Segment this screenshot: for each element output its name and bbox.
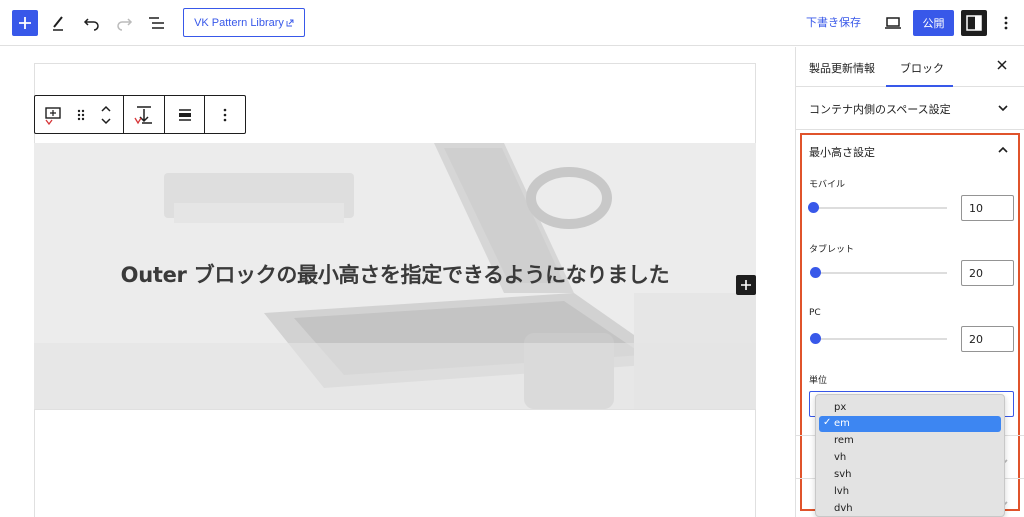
pc-value-input[interactable]: 20 [961,326,1014,352]
mobile-label: モバイル [809,180,846,190]
editor-canvas: Outer ブロックの最小高さを指定できるようになりました [0,47,795,517]
sidebar-tabs: 製品更新情報 ブロック [796,47,1024,87]
unit-option-em[interactable]: ✓ em [819,416,1001,432]
align-button[interactable] [165,96,204,133]
checkmark-icon: ✓ [823,417,832,428]
chevron-up-icon[interactable] [997,145,1009,155]
move-up-down-icon [101,105,111,124]
toolbar-group-height [124,96,165,133]
outer-block-icon [45,106,61,125]
move-block-buttons[interactable] [91,96,121,133]
block-toolbar [34,95,246,134]
unit-option-em-label: em [834,418,850,429]
padding-settings-panel[interactable]: コンテナ内側のスペース設定 [796,87,1024,130]
laptop-icon [885,17,901,29]
drag-handle-icon [77,109,85,120]
drag-handle[interactable] [71,96,91,133]
tab-document[interactable]: 製品更新情報 [809,60,875,76]
close-sidebar-button[interactable] [996,59,1008,75]
unit-option-vh[interactable]: vh [819,450,1001,466]
chevron-down-icon [998,105,1008,112]
plus-icon [19,17,31,29]
outer-block-bottom-border [34,409,756,410]
pattern-library-label: VK Pattern Library [194,16,284,29]
block-type-button[interactable] [35,96,71,133]
unit-dropdown-menu: px ✓ em rem vh svh lvh dvh [815,394,1005,517]
align-full-icon [178,108,191,121]
tablet-label: タブレット [809,245,855,255]
add-block-button[interactable] [12,10,38,36]
toolbar-group-options [205,96,245,133]
more-vertical-icon [1004,16,1008,30]
sidebar-icon [966,15,982,31]
unit-option-rem[interactable]: rem [819,433,1001,449]
preview-button[interactable] [882,13,904,33]
plus-icon [741,280,751,290]
pc-slider[interactable] [813,338,947,340]
unit-option-px[interactable]: px [819,400,1001,416]
unit-option-dvh[interactable]: dvh [819,501,1001,516]
mobile-value-input[interactable]: 10 [961,195,1014,221]
settings-toggle-button[interactable] [961,10,987,36]
unit-option-svh[interactable]: svh [819,467,1001,483]
list-view-button[interactable] [146,12,168,34]
close-icon [997,60,1007,70]
redo-button[interactable] [113,12,135,34]
redo-icon [117,18,133,31]
publish-button[interactable]: 公開 [913,10,954,36]
vk-pattern-library-button[interactable]: VK Pattern Library [183,8,305,37]
tablet-slider-thumb[interactable] [810,267,821,278]
pencil-icon [53,16,63,31]
save-draft-button[interactable]: 下書き保存 [806,14,861,30]
tools-button[interactable] [48,12,68,34]
toolbar-group-align [165,96,205,133]
undo-icon [83,18,99,31]
options-menu-button[interactable] [998,12,1014,34]
unit-label: 単位 [809,376,828,386]
tablet-value-input[interactable]: 20 [961,260,1014,286]
cover-heading[interactable]: Outer ブロックの最小高さを指定できるようになりました [34,259,756,289]
more-vertical-icon [223,108,227,121]
pc-slider-thumb[interactable] [810,333,821,344]
list-view-icon [149,17,164,29]
min-height-settings-title[interactable]: 最小高さ設定 [809,144,875,160]
block-inserter-button[interactable] [736,275,756,295]
pc-label: PC [809,308,821,318]
unit-option-lvh[interactable]: lvh [819,484,1001,500]
tab-block[interactable]: ブロック [900,60,944,76]
tablet-slider[interactable] [813,272,947,274]
toolbar-group-block [35,96,124,133]
external-link-icon [286,19,294,26]
outer-block-top-border [34,63,756,64]
mobile-slider-thumb[interactable] [808,202,819,213]
mobile-slider[interactable] [813,207,947,209]
block-options-button[interactable] [205,96,245,133]
padding-settings-title: コンテナ内側のスペース設定 [809,103,951,116]
undo-button[interactable] [81,12,103,34]
cover-block[interactable]: Outer ブロックの最小高さを指定できるようになりました [34,143,756,409]
min-height-button[interactable] [124,96,164,133]
min-height-icon [134,105,152,124]
editor-header: VK Pattern Library 下書き保存 公開 [0,0,1024,46]
